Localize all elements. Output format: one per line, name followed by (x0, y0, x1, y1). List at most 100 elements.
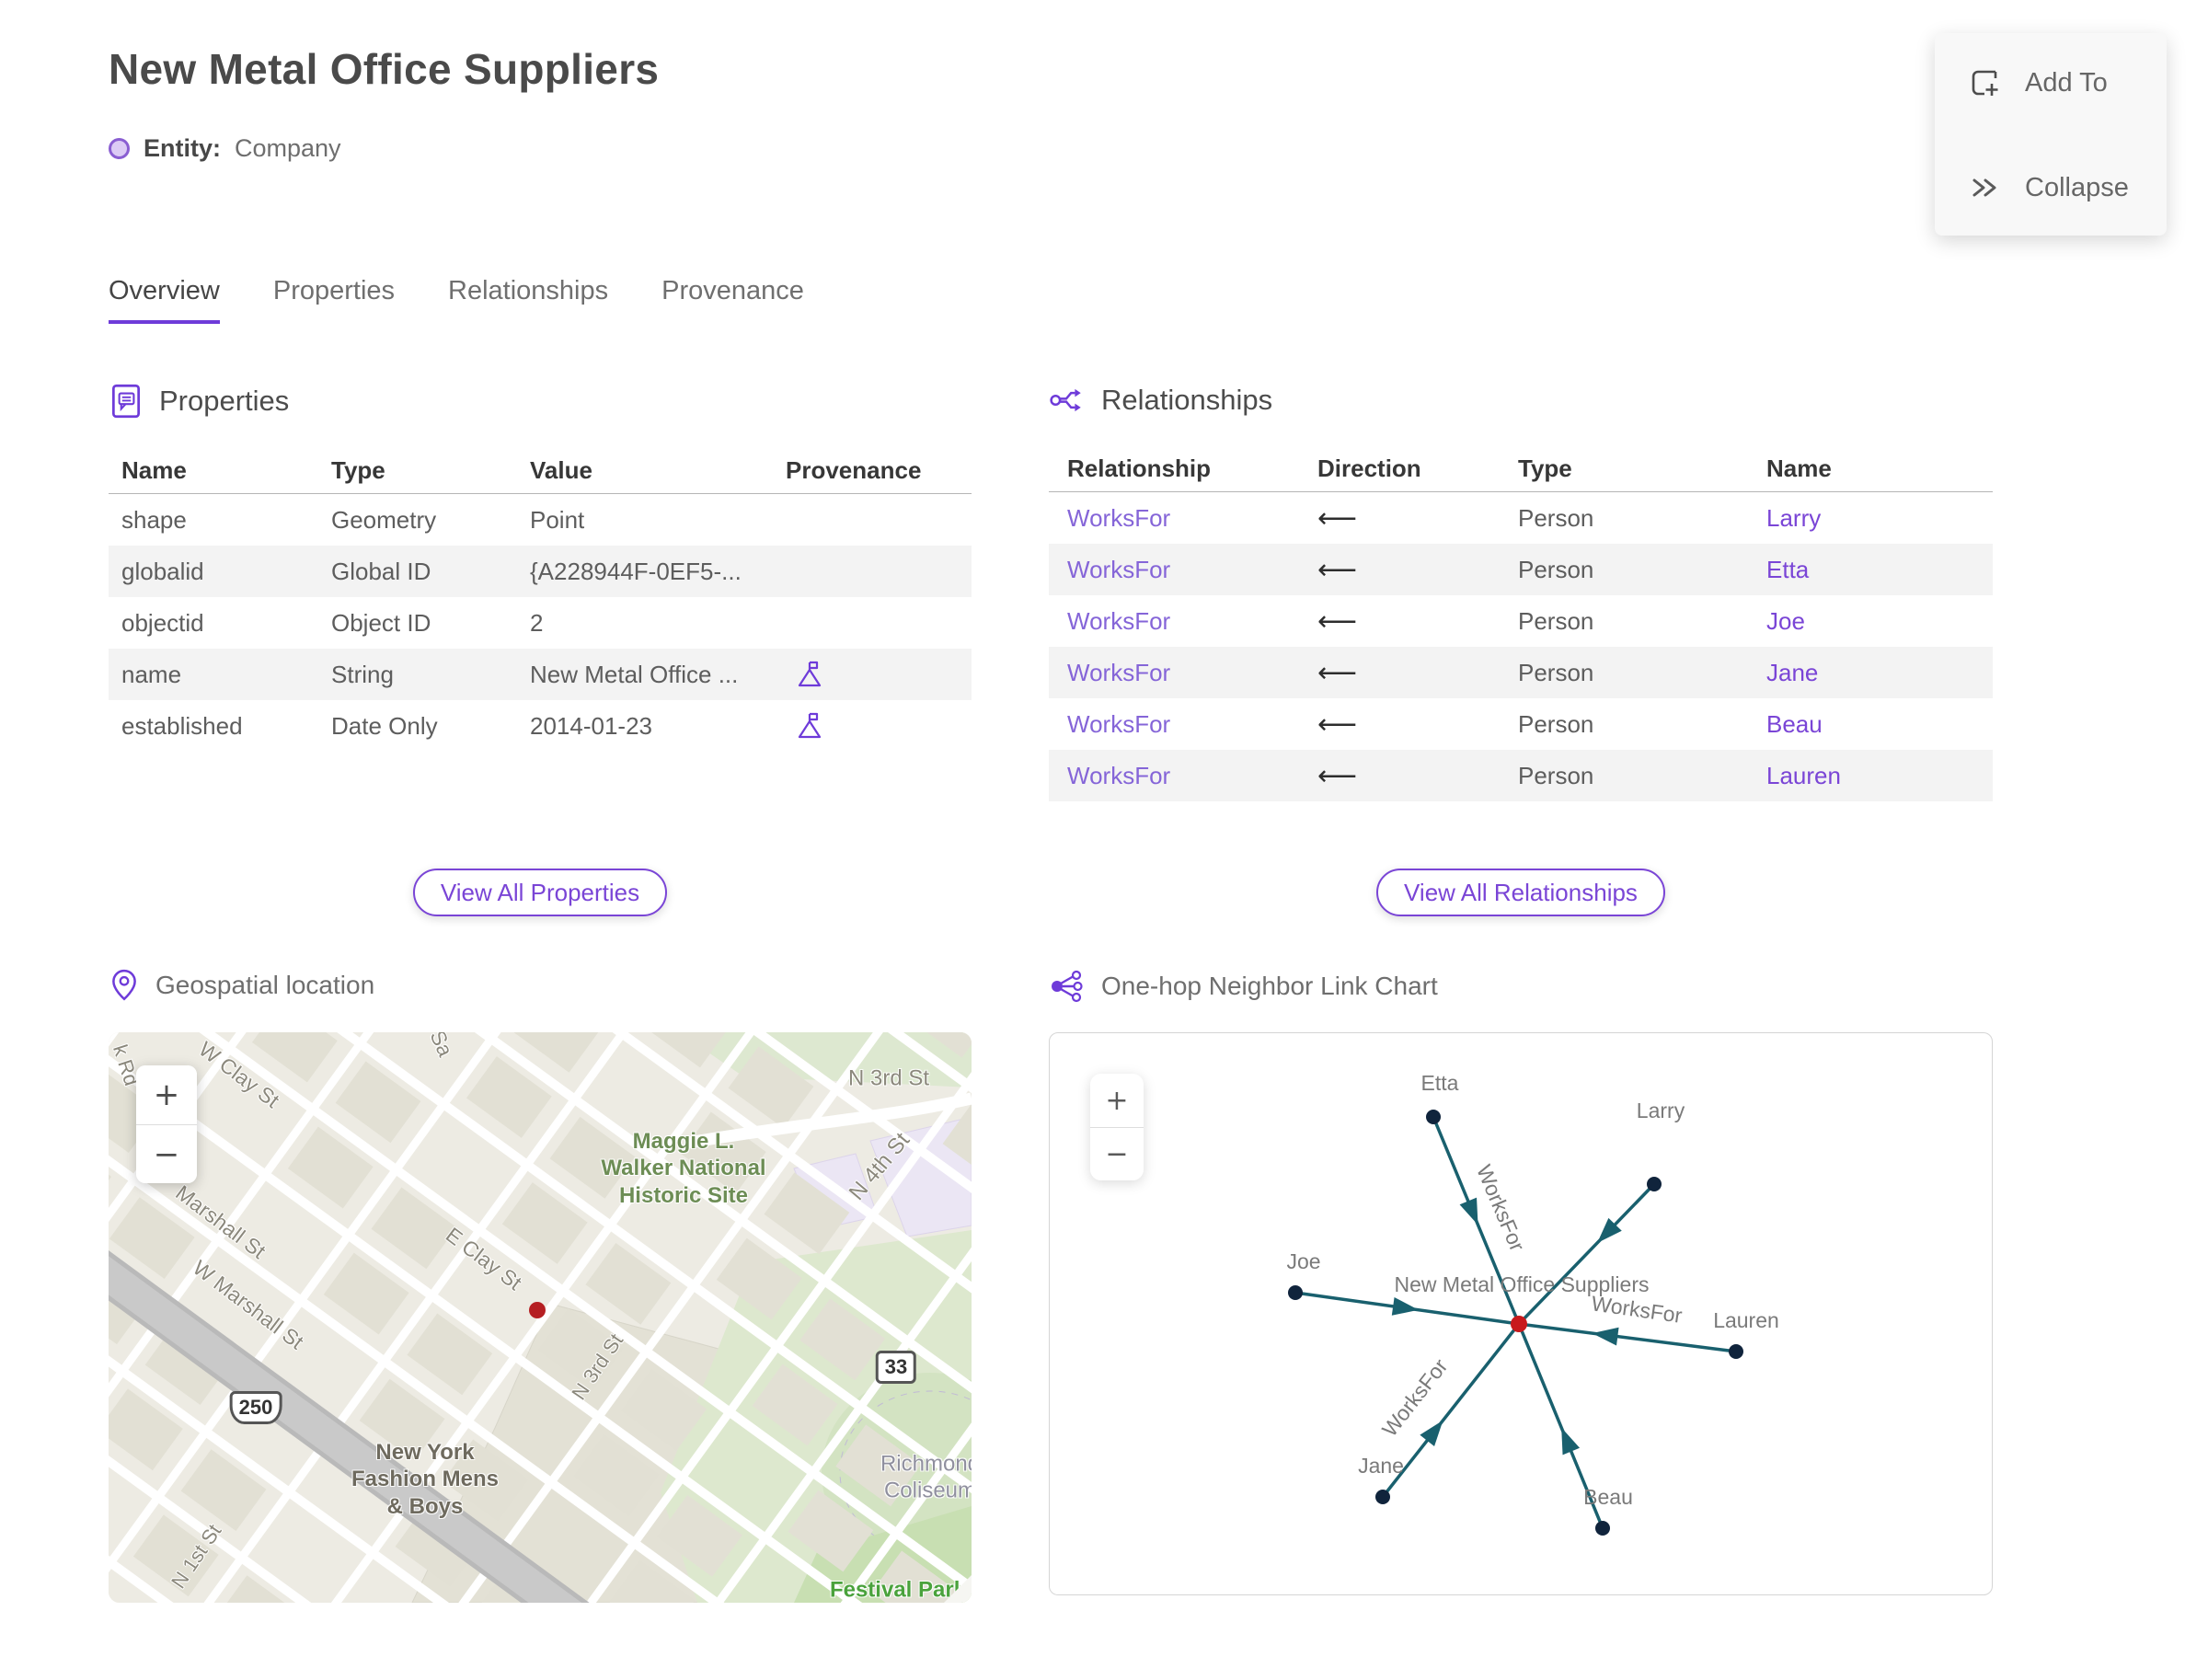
map-attribution-toggle[interactable] (944, 1575, 972, 1603)
edge-arrow (1592, 1327, 1619, 1346)
relationship-type: Person (1518, 761, 1594, 789)
property-name: name (121, 660, 182, 688)
collapse-button[interactable]: Collapse (1935, 171, 2167, 204)
table-row: shape Geometry Point (109, 494, 972, 546)
relationship-link[interactable]: WorksFor (1067, 659, 1170, 686)
property-type: String (331, 660, 394, 688)
map-label: Richmond Coliseum (880, 1451, 972, 1503)
relationship-direction: ⟵ (1317, 708, 1358, 741)
entity-subtitle: Entity: Company (109, 134, 341, 163)
entity-label: Entity: (144, 134, 221, 162)
relationship-link[interactable]: WorksFor (1067, 504, 1170, 532)
property-type: Object ID (331, 608, 431, 637)
related-entity-link[interactable]: Jane (1766, 659, 1818, 686)
relationships-section-title: Relationships (1101, 384, 1273, 416)
link-chart-canvas: WorksForWorksForWorksForNew Metal Office… (1286, 1071, 1779, 1536)
col-name: Name (121, 456, 187, 484)
relationship-type: Person (1518, 709, 1594, 738)
edge-label: WorksFor (1472, 1161, 1530, 1255)
node[interactable] (1426, 1110, 1441, 1124)
entity-type-icon (109, 138, 130, 159)
relationships-table-header: Relationship Direction Type Name (1049, 446, 1993, 492)
node[interactable] (1288, 1285, 1303, 1300)
table-row: objectid Object ID 2 (109, 597, 972, 649)
provenance-flag-icon[interactable] (797, 711, 822, 741)
chart-zoom-in-button[interactable]: + (1090, 1074, 1144, 1127)
table-row: established Date Only 2014-01-23 (109, 700, 972, 752)
relationship-type: Person (1518, 555, 1594, 583)
edge-arrow (1561, 1427, 1581, 1456)
related-entity-link[interactable]: Lauren (1766, 762, 1841, 789)
node-label: Etta (1421, 1071, 1459, 1095)
relationship-link[interactable]: WorksFor (1067, 762, 1170, 789)
relationship-direction: ⟵ (1317, 604, 1358, 638)
relationships-icon (1050, 388, 1081, 412)
map-zoom-in-button[interactable]: + (136, 1065, 197, 1124)
property-name: objectid (121, 608, 204, 637)
chart-zoom-out-button[interactable]: − (1090, 1127, 1144, 1180)
property-name: established (121, 711, 243, 740)
page-title: New Metal Office Suppliers (109, 45, 660, 93)
properties-table: Name Type Value Provenance shape Geometry… (109, 448, 972, 752)
tab-overview[interactable]: Overview (109, 276, 220, 324)
edge-label: WorksFor (1377, 1354, 1453, 1441)
map-zoom-out-button[interactable]: − (136, 1124, 197, 1183)
relationship-link[interactable]: WorksFor (1067, 607, 1170, 635)
col-direction: Direction (1317, 455, 1421, 482)
collapse-label: Collapse (2025, 172, 2129, 202)
node[interactable] (1375, 1490, 1390, 1504)
property-provenance (786, 660, 972, 689)
view-all-properties-button[interactable]: View All Properties (412, 869, 668, 916)
related-entity-link[interactable]: Beau (1766, 710, 1823, 738)
relationship-type: Person (1518, 606, 1594, 635)
property-name: globalid (121, 557, 204, 585)
add-to-button[interactable]: Add To (1935, 64, 2167, 101)
properties-section-header: Properties (109, 382, 972, 420)
collapse-icon (1972, 178, 1996, 197)
tab-properties[interactable]: Properties (273, 276, 395, 324)
relationship-direction: ⟵ (1317, 656, 1358, 689)
related-entity-link[interactable]: Joe (1766, 607, 1805, 635)
map[interactable]: k Rd W Clay St Sa Marshall St W Marshall St E… (109, 1032, 972, 1603)
edge-arrow (1459, 1197, 1478, 1225)
relationship-type: Person (1518, 658, 1594, 686)
property-name: shape (121, 505, 187, 534)
node[interactable] (1647, 1177, 1662, 1191)
node-label: Beau (1583, 1485, 1633, 1509)
table-row: name String New Metal Office ... (109, 649, 972, 700)
node[interactable] (1595, 1521, 1610, 1536)
property-value: {A228944F-0EF5-... (530, 557, 742, 585)
tab-relationships[interactable]: Relationships (448, 276, 608, 324)
property-type: Date Only (331, 711, 438, 740)
center-node[interactable] (1511, 1316, 1527, 1332)
actions-menu: Add To Collapse (1935, 33, 2167, 236)
view-all-relationships-button[interactable]: View All Relationships (1376, 869, 1665, 916)
related-entity-link[interactable]: Larry (1766, 504, 1821, 532)
table-row: WorksFor ⟵ Person Beau (1049, 698, 1993, 750)
properties-icon (111, 384, 141, 419)
route-shield: 33 (875, 1351, 917, 1384)
relationships-section: Relationships Relationship Direction Typ… (1049, 382, 1993, 801)
tab-bar: Overview Properties Relationships Proven… (109, 276, 804, 324)
edge (1518, 1322, 1737, 1353)
link-chart[interactable]: WorksFor WorksFor WorksFor New Metal Office… (1049, 1032, 1993, 1595)
map-label: Maggie L. Walker National Historic Site (601, 1129, 766, 1208)
add-to-label: Add To (2025, 67, 2108, 98)
geospatial-section-header: Geospatial location (109, 968, 374, 1003)
table-row: WorksFor ⟵ Person Jane (1049, 647, 1993, 698)
relationship-link[interactable]: WorksFor (1067, 556, 1170, 583)
related-entity-link[interactable]: Etta (1766, 556, 1809, 583)
node-label: Jane (1358, 1454, 1404, 1478)
col-name: Name (1766, 455, 1832, 482)
property-value: 2 (530, 608, 544, 637)
properties-section-title: Properties (159, 385, 290, 417)
node-label: Lauren (1713, 1308, 1779, 1332)
map-entity-marker (529, 1302, 546, 1318)
tab-provenance[interactable]: Provenance (661, 276, 804, 324)
link-chart-icon (1052, 970, 1083, 1003)
node[interactable] (1729, 1344, 1743, 1359)
relationship-link[interactable]: WorksFor (1067, 710, 1170, 738)
provenance-flag-icon[interactable] (797, 660, 822, 689)
col-relationship: Relationship (1067, 455, 1212, 482)
relationship-direction: ⟵ (1317, 759, 1358, 792)
